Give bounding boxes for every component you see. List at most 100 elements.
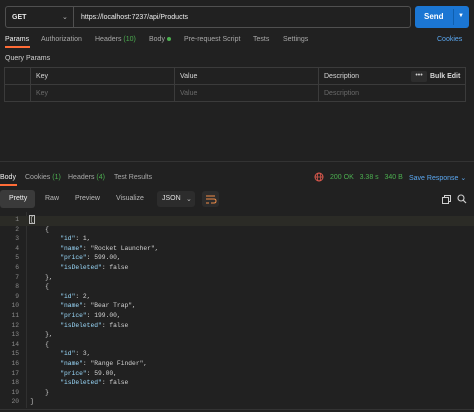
chevron-down-icon: ⌄ <box>460 175 467 182</box>
line-number: 3 <box>15 235 19 243</box>
chevron-down-icon[interactable]: ⌄ <box>62 13 68 21</box>
response-body-editor[interactable]: 1[2 {3 "id": 1, 4 "name": "Rocket Launche… <box>0 212 474 408</box>
code-text: "price": 199.00, <box>60 312 121 319</box>
code-line: 6 "isDeleted": false <box>0 264 474 274</box>
line-number: 11 <box>11 312 19 319</box>
request-tabs: Params Authorization Headers (10) Body P… <box>0 34 474 48</box>
code-text: }, <box>30 331 53 339</box>
tab-response-body[interactable]: Body <box>0 174 16 181</box>
code-text: "isDeleted": false <box>60 264 129 271</box>
code-line: 9 "id": 2, <box>0 293 474 303</box>
table-header-row: Key Value Description ••• Bulk Edit <box>5 68 465 85</box>
code-text: ] <box>30 398 34 406</box>
url-input[interactable]: https://localhost:7237/api/Products <box>81 14 188 21</box>
line-number: 2 <box>15 225 19 233</box>
response-tabs: Body Cookies (1) Headers (4) Test Result… <box>0 171 474 186</box>
response-toolbar: Pretty Raw Preview Visualize JSON ⌄ <box>0 190 474 210</box>
status-dot <box>166 37 171 42</box>
code-line: 15 "id": 3, <box>0 350 474 360</box>
line-number: 8 <box>15 283 19 291</box>
search-icon[interactable] <box>457 194 467 204</box>
chevron-down-icon[interactable]: ▼ <box>458 13 464 19</box>
format-select[interactable]: JSON ⌄ <box>157 191 195 207</box>
line-number: 18 <box>11 379 19 387</box>
globe-icon[interactable] <box>314 172 324 182</box>
query-params-table: Key Value Description ••• Bulk Edit Key … <box>4 67 466 102</box>
send-button[interactable]: Send ▼ <box>415 6 469 28</box>
tab-params[interactable]: Params <box>5 36 29 43</box>
more-options-button[interactable]: ••• <box>411 71 427 82</box>
line-number: 6 <box>15 264 19 271</box>
code-line: 20] <box>0 398 474 408</box>
code-text: "id": 1, <box>60 235 91 243</box>
line-number: 10 <box>11 302 19 310</box>
code-text: { <box>30 283 49 291</box>
code-line: 3 "id": 1, <box>0 235 474 245</box>
status-divider <box>0 409 474 410</box>
view-raw-button[interactable]: Raw <box>37 190 67 208</box>
chevron-down-icon: ⌄ <box>186 196 192 203</box>
tab-response-headers[interactable]: Headers (4) <box>68 174 105 181</box>
code-text: [ <box>29 215 35 224</box>
code-line: 11 "price": 199.00, <box>0 312 474 322</box>
description-input[interactable]: Description <box>318 85 465 102</box>
code-line: 16 "name": "Range Finder", <box>0 360 474 370</box>
pane-divider[interactable] <box>0 161 474 162</box>
line-number: 13 <box>11 331 19 339</box>
value-input[interactable]: Value <box>174 85 318 102</box>
view-visualize-button[interactable]: Visualize <box>108 190 152 208</box>
query-params-title: Query Params <box>5 55 51 62</box>
line-number: 20 <box>11 398 19 406</box>
code-line: 14 { <box>0 341 474 351</box>
wrap-lines-button[interactable] <box>202 191 219 207</box>
code-line: 13 }, <box>0 331 474 341</box>
tab-tests[interactable]: Tests <box>253 36 269 43</box>
line-number: 5 <box>15 254 19 262</box>
copy-icon[interactable] <box>442 195 451 204</box>
view-mode-selector: Pretty Raw Preview Visualize <box>0 190 152 208</box>
code-line: 2 { <box>0 226 474 236</box>
cookies-link[interactable]: Cookies <box>437 36 462 43</box>
line-number: 15 <box>11 350 19 358</box>
active-tab-indicator <box>5 46 30 48</box>
line-number: 1 <box>15 216 19 223</box>
code-text: } <box>30 388 49 396</box>
code-line: 10 "name": "Bear Trap", <box>0 302 474 312</box>
tab-authorization[interactable]: Authorization <box>41 36 82 43</box>
save-response-button[interactable]: Save Response ⌄ <box>409 174 466 182</box>
view-preview-button[interactable]: Preview <box>67 190 107 208</box>
response-time: 3.38 s <box>359 174 379 181</box>
table-cell <box>5 85 30 102</box>
code-line: 17 "price": 59.00, <box>0 370 474 380</box>
line-number: 4 <box>15 244 19 252</box>
tab-body[interactable]: Body <box>149 36 171 43</box>
code-line: 4 "name": "Rocket Launcher", <box>0 245 474 255</box>
line-number: 12 <box>11 321 19 329</box>
line-number: 14 <box>11 340 19 348</box>
key-input[interactable]: Key <box>30 85 174 102</box>
tab-settings[interactable]: Settings <box>283 36 308 43</box>
code-text: "name": "Rocket Launcher", <box>60 244 159 252</box>
line-number: 16 <box>11 360 19 367</box>
code-line: 5 "price": 599.00, <box>0 254 474 264</box>
table-header-value: Value <box>174 68 318 85</box>
code-line: 19 } <box>0 389 474 399</box>
code-text: "id": 2, <box>60 292 91 300</box>
table-cell <box>5 68 30 85</box>
tab-headers[interactable]: Headers (10) <box>95 36 136 43</box>
active-tab-indicator <box>0 184 17 186</box>
headers-count: (10) <box>123 36 136 43</box>
code-text: "price": 599.00, <box>60 254 121 262</box>
line-number: 7 <box>15 273 19 281</box>
tab-response-cookies[interactable]: Cookies (1) <box>25 174 61 181</box>
code-text: { <box>30 340 49 348</box>
view-pretty-button[interactable]: Pretty <box>0 190 35 208</box>
tab-test-results[interactable]: Test Results <box>114 174 152 181</box>
line-number: 9 <box>15 292 19 300</box>
code-line: 12 "isDeleted": false <box>0 322 474 332</box>
send-label: Send <box>424 12 444 21</box>
tab-pre-request-script[interactable]: Pre-request Script <box>184 36 240 43</box>
method-select[interactable]: GET <box>12 14 26 21</box>
status-code: 200 OK <box>330 174 354 181</box>
bulk-edit-button[interactable]: Bulk Edit <box>430 73 460 80</box>
